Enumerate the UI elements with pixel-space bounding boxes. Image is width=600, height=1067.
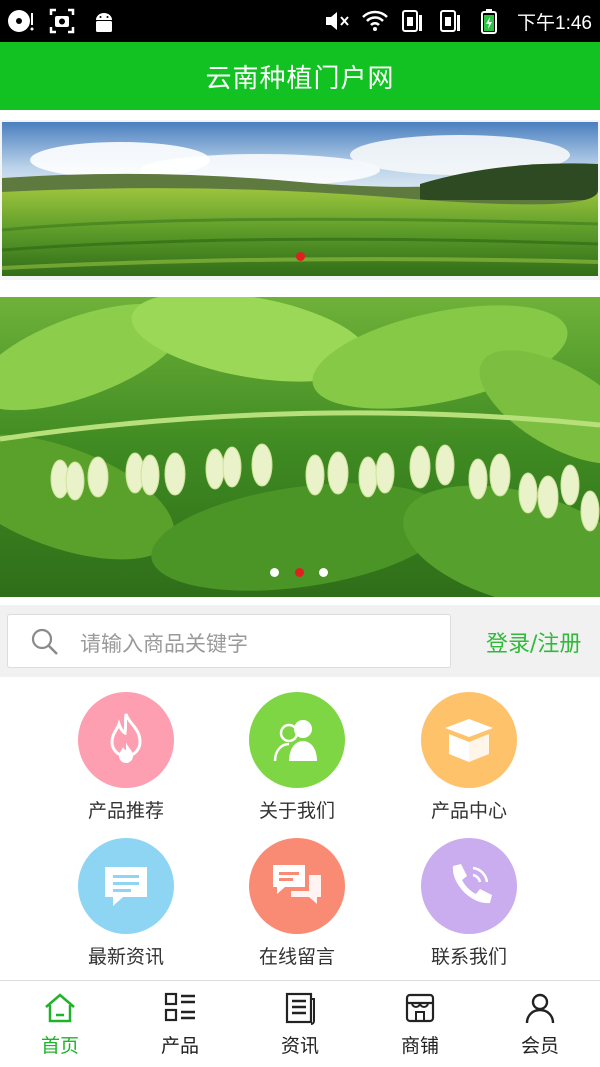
- plant-image: [0, 297, 600, 597]
- menu-latest-news[interactable]: 最新资讯: [41, 838, 211, 969]
- tab-label: 产品: [160, 1035, 199, 1057]
- sim-signal-icon: [440, 10, 461, 32]
- tab-shops[interactable]: 商铺: [360, 981, 480, 1067]
- android-icon: [96, 13, 112, 32]
- menu-label: 联系我们: [430, 946, 507, 968]
- tab-label: 会员: [520, 1035, 559, 1057]
- sim-signal-icon: [402, 10, 423, 32]
- disc-icon: [8, 10, 34, 32]
- search-placeholder: 请输入商品关键字: [80, 632, 248, 656]
- list-icon: [164, 992, 195, 1022]
- phone-icon: [421, 838, 517, 934]
- menu-product-recommend[interactable]: 产品推荐: [41, 692, 211, 823]
- page-title: 云南种植门户网: [0, 42, 600, 110]
- carousel-dot[interactable]: [319, 568, 328, 577]
- menu-online-message[interactable]: 在线留言: [212, 838, 382, 969]
- user-icon: [525, 993, 555, 1024]
- home-icon: [45, 993, 75, 1023]
- message-icon: [78, 838, 174, 934]
- menu-product-center[interactable]: 产品中心: [384, 692, 554, 823]
- screenshot-icon: [49, 8, 75, 34]
- carousel-dot-active[interactable]: [295, 568, 304, 577]
- box-icon: [421, 692, 517, 788]
- tab-news[interactable]: 资讯: [240, 981, 360, 1067]
- search-icon: [31, 628, 58, 655]
- bottom-tab-bar: 首页 产品 资讯 商铺 会员: [0, 981, 600, 1067]
- news-icon: [285, 992, 315, 1025]
- wifi-icon: [362, 10, 388, 31]
- menu-label: 关于我们: [258, 800, 335, 822]
- fire-icon: [78, 692, 174, 788]
- menu-label: 最新资讯: [87, 946, 164, 968]
- tab-label: 资讯: [280, 1035, 319, 1057]
- menu-label: 产品中心: [430, 800, 507, 822]
- people-icon: [249, 692, 345, 788]
- shop-icon: [405, 993, 435, 1023]
- tab-home[interactable]: 首页: [0, 981, 120, 1067]
- tab-label: 商铺: [400, 1035, 439, 1057]
- tab-label: 首页: [40, 1035, 79, 1057]
- status-time: 下午1:46: [517, 12, 592, 34]
- menu-contact-us[interactable]: 联系我们: [384, 838, 554, 969]
- menu-label: 在线留言: [258, 946, 335, 968]
- login-register-link[interactable]: 登录/注册: [486, 626, 581, 658]
- search-bar: 请输入商品关键字 登录/注册: [0, 605, 600, 677]
- status-bar: 下午1:46: [0, 0, 600, 42]
- menu-label: 产品推荐: [87, 800, 164, 822]
- chat-icon: [249, 838, 345, 934]
- mute-icon: [326, 12, 349, 30]
- battery-icon: [481, 9, 498, 34]
- tab-member[interactable]: 会员: [480, 981, 600, 1067]
- banner-plant[interactable]: [0, 297, 600, 597]
- search-input[interactable]: 请输入商品关键字: [7, 614, 451, 668]
- banner-tea-field[interactable]: [0, 120, 600, 280]
- tab-products[interactable]: 产品: [120, 981, 240, 1067]
- carousel-dot[interactable]: [270, 568, 279, 577]
- menu-about-us[interactable]: 关于我们: [212, 692, 382, 823]
- carousel-dot[interactable]: [296, 252, 305, 261]
